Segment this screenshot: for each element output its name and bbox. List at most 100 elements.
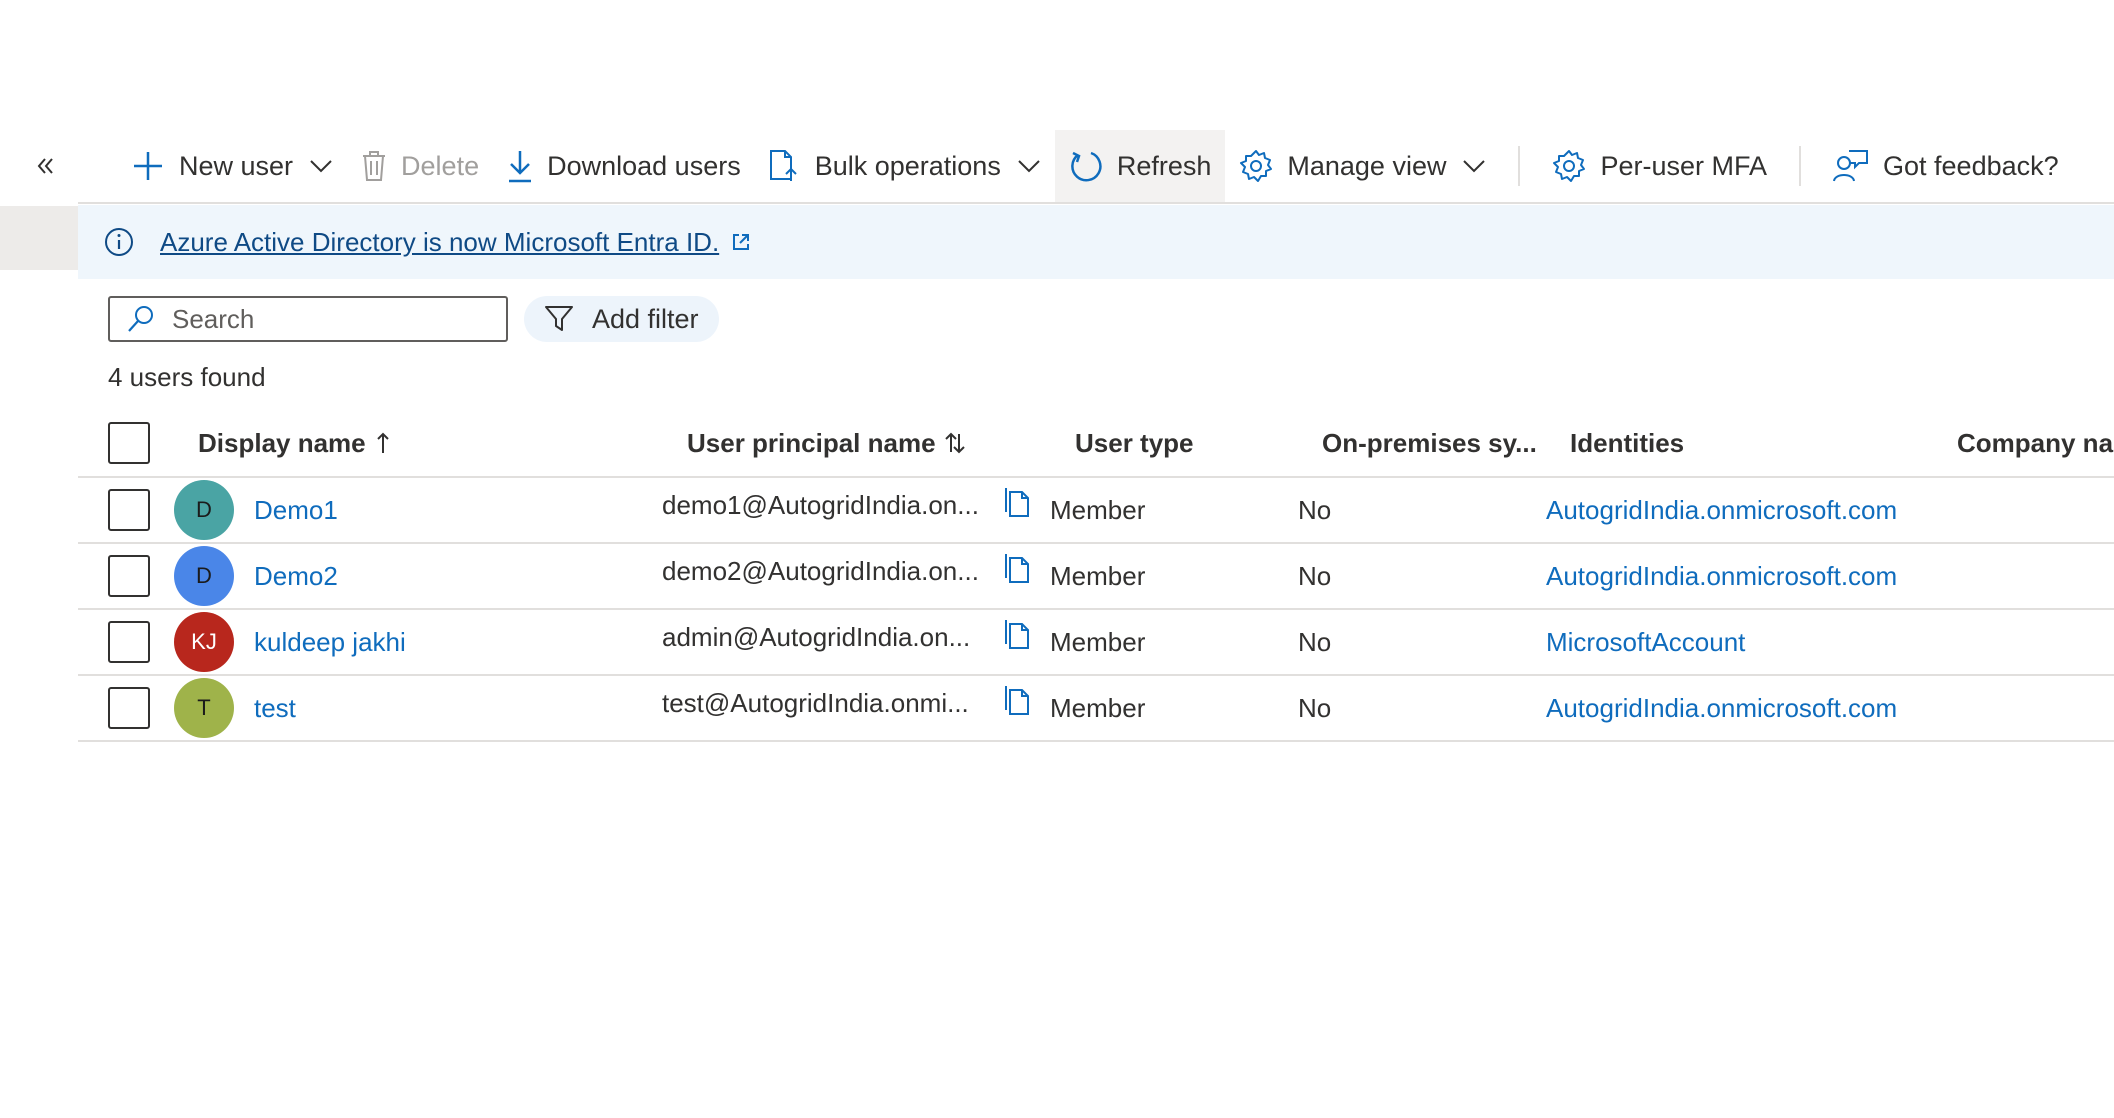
avatar: D xyxy=(174,546,234,606)
manage-view-label: Manage view xyxy=(1287,150,1447,181)
user-principal-name: demo2@AutogridIndia.on... xyxy=(662,556,979,586)
row-checkbox[interactable] xyxy=(108,555,150,597)
delete-button[interactable]: Delete xyxy=(347,130,493,202)
user-display-name-link[interactable]: Demo1 xyxy=(254,478,338,542)
chevron-down-icon xyxy=(310,160,332,173)
user-principal-name: test@AutogridIndia.onmi... xyxy=(662,688,969,718)
user-display-name-link[interactable]: test xyxy=(254,676,296,740)
copy-button[interactable] xyxy=(1002,676,1032,740)
download-users-button[interactable]: Download users xyxy=(493,130,755,202)
on-premises-sync-value: No xyxy=(1298,560,1332,591)
gear-icon xyxy=(1553,150,1586,182)
copy-icon xyxy=(1005,488,1029,517)
user-display-name-link[interactable]: Demo2 xyxy=(254,544,338,608)
on-premises-sync-value: No xyxy=(1298,692,1332,723)
identities-link[interactable]: MicrosoftAccount xyxy=(1546,610,1745,674)
identities-link[interactable]: AutogridIndia.onmicrosoft.com xyxy=(1546,544,1897,608)
row-checkbox[interactable] xyxy=(108,621,150,663)
download-icon xyxy=(509,151,532,183)
column-header-label: Identities xyxy=(1570,427,1685,458)
column-header-label: Company nar xyxy=(1957,427,2114,458)
chevron-down-icon xyxy=(1018,160,1040,173)
new-user-label: New user xyxy=(179,150,294,181)
info-icon xyxy=(105,228,133,256)
search-box[interactable] xyxy=(108,296,508,342)
row-checkbox[interactable] xyxy=(108,489,150,531)
chevron-down-icon xyxy=(1463,160,1486,173)
got-feedback-label: Got feedback? xyxy=(1883,150,2059,181)
table-row[interactable]: D Demo1 demo1@AutogridIndia.on... Member… xyxy=(78,478,2114,544)
per-user-mfa-label: Per-user MFA xyxy=(1600,150,1768,181)
on-premises-sync-value: No xyxy=(1298,494,1332,525)
entra-id-link[interactable]: Azure Active Directory is now Microsoft … xyxy=(160,227,719,258)
column-header-identities[interactable]: Identities xyxy=(1570,410,1684,476)
per-user-mfa-button[interactable]: Per-user MFA xyxy=(1538,130,1781,202)
feedback-icon xyxy=(1833,150,1869,182)
table-row[interactable]: D Demo2 demo2@AutogridIndia.on... Member… xyxy=(78,544,2114,610)
bulk-operations-icon xyxy=(769,150,797,181)
double-chevron-left-icon xyxy=(37,158,53,174)
refresh-label: Refresh xyxy=(1116,150,1212,181)
avatar: KJ xyxy=(174,612,234,672)
on-premises-sync-value: No xyxy=(1298,626,1332,657)
new-user-button[interactable]: New user xyxy=(117,130,347,202)
row-checkbox[interactable] xyxy=(108,687,150,729)
table-row[interactable]: T test test@AutogridIndia.onmi... Member… xyxy=(78,676,2114,742)
info-banner: Azure Active Directory is now Microsoft … xyxy=(78,205,2114,279)
column-header-label: User principal name xyxy=(687,427,936,458)
identities-link[interactable]: AutogridIndia.onmicrosoft.com xyxy=(1546,478,1897,542)
sidebar-selected-strip xyxy=(0,206,78,270)
toolbar-divider-line xyxy=(78,202,2114,204)
command-bar: New user Delete Download users Bulk oper… xyxy=(117,130,2073,202)
table-row[interactable]: KJ kuldeep jakhi admin@AutogridIndia.on.… xyxy=(78,610,2114,676)
got-feedback-button[interactable]: Got feedback? xyxy=(1819,130,2073,202)
filter-icon xyxy=(545,306,573,331)
refresh-icon xyxy=(1070,151,1102,182)
column-header-label: On-premises sy... xyxy=(1322,427,1537,458)
sort-icon xyxy=(944,432,965,454)
delete-label: Delete xyxy=(401,150,480,181)
users-table: Display name User principal name User ty… xyxy=(78,410,2114,742)
column-header-display-name[interactable]: Display name xyxy=(198,410,390,476)
trash-icon xyxy=(363,151,386,181)
user-type-value: Member xyxy=(1050,692,1146,723)
toolbar-divider xyxy=(1518,146,1521,186)
refresh-button[interactable]: Refresh xyxy=(1054,130,1226,202)
copy-button[interactable] xyxy=(1002,478,1032,542)
column-header-company-name[interactable]: Company nar xyxy=(1957,410,2114,476)
gear-icon xyxy=(1240,150,1273,182)
user-principal-name: admin@AutogridIndia.on... xyxy=(662,622,971,652)
bulk-operations-button[interactable]: Bulk operations xyxy=(755,130,1055,202)
identities-link[interactable]: AutogridIndia.onmicrosoft.com xyxy=(1546,676,1897,740)
column-header-label: Display name xyxy=(198,427,366,458)
plus-icon xyxy=(134,152,162,180)
avatar: T xyxy=(174,678,234,738)
user-principal-name: demo1@AutogridIndia.on... xyxy=(662,490,979,520)
bulk-operations-label: Bulk operations xyxy=(814,150,1001,181)
user-display-name-link[interactable]: kuldeep jakhi xyxy=(254,610,406,674)
select-all-checkbox[interactable] xyxy=(108,422,150,464)
copy-button[interactable] xyxy=(1002,610,1032,674)
add-filter-button[interactable]: Add filter xyxy=(524,296,719,342)
manage-view-button[interactable]: Manage view xyxy=(1225,130,1500,202)
toolbar-divider xyxy=(1799,146,1802,186)
sort-ascending-icon xyxy=(376,432,389,453)
add-filter-label: Add filter xyxy=(592,303,699,334)
search-icon xyxy=(128,306,153,332)
select-all-cell xyxy=(108,410,150,476)
copy-button[interactable] xyxy=(1002,544,1032,608)
column-header-label: User type xyxy=(1075,427,1194,458)
external-link-icon[interactable] xyxy=(731,232,751,252)
column-header-user-principal-name[interactable]: User principal name xyxy=(687,410,966,476)
copy-icon xyxy=(1005,554,1029,583)
copy-icon xyxy=(1005,686,1029,715)
collapse-sidebar-button[interactable] xyxy=(30,150,62,182)
table-header-row: Display name User principal name User ty… xyxy=(78,410,2114,478)
user-type-value: Member xyxy=(1050,626,1146,657)
column-header-user-type[interactable]: User type xyxy=(1075,410,1194,476)
avatar: D xyxy=(174,480,234,540)
copy-icon xyxy=(1005,620,1029,649)
user-type-value: Member xyxy=(1050,560,1146,591)
column-header-on-premises-sync[interactable]: On-premises sy... xyxy=(1322,410,1537,476)
search-input[interactable] xyxy=(172,303,492,335)
